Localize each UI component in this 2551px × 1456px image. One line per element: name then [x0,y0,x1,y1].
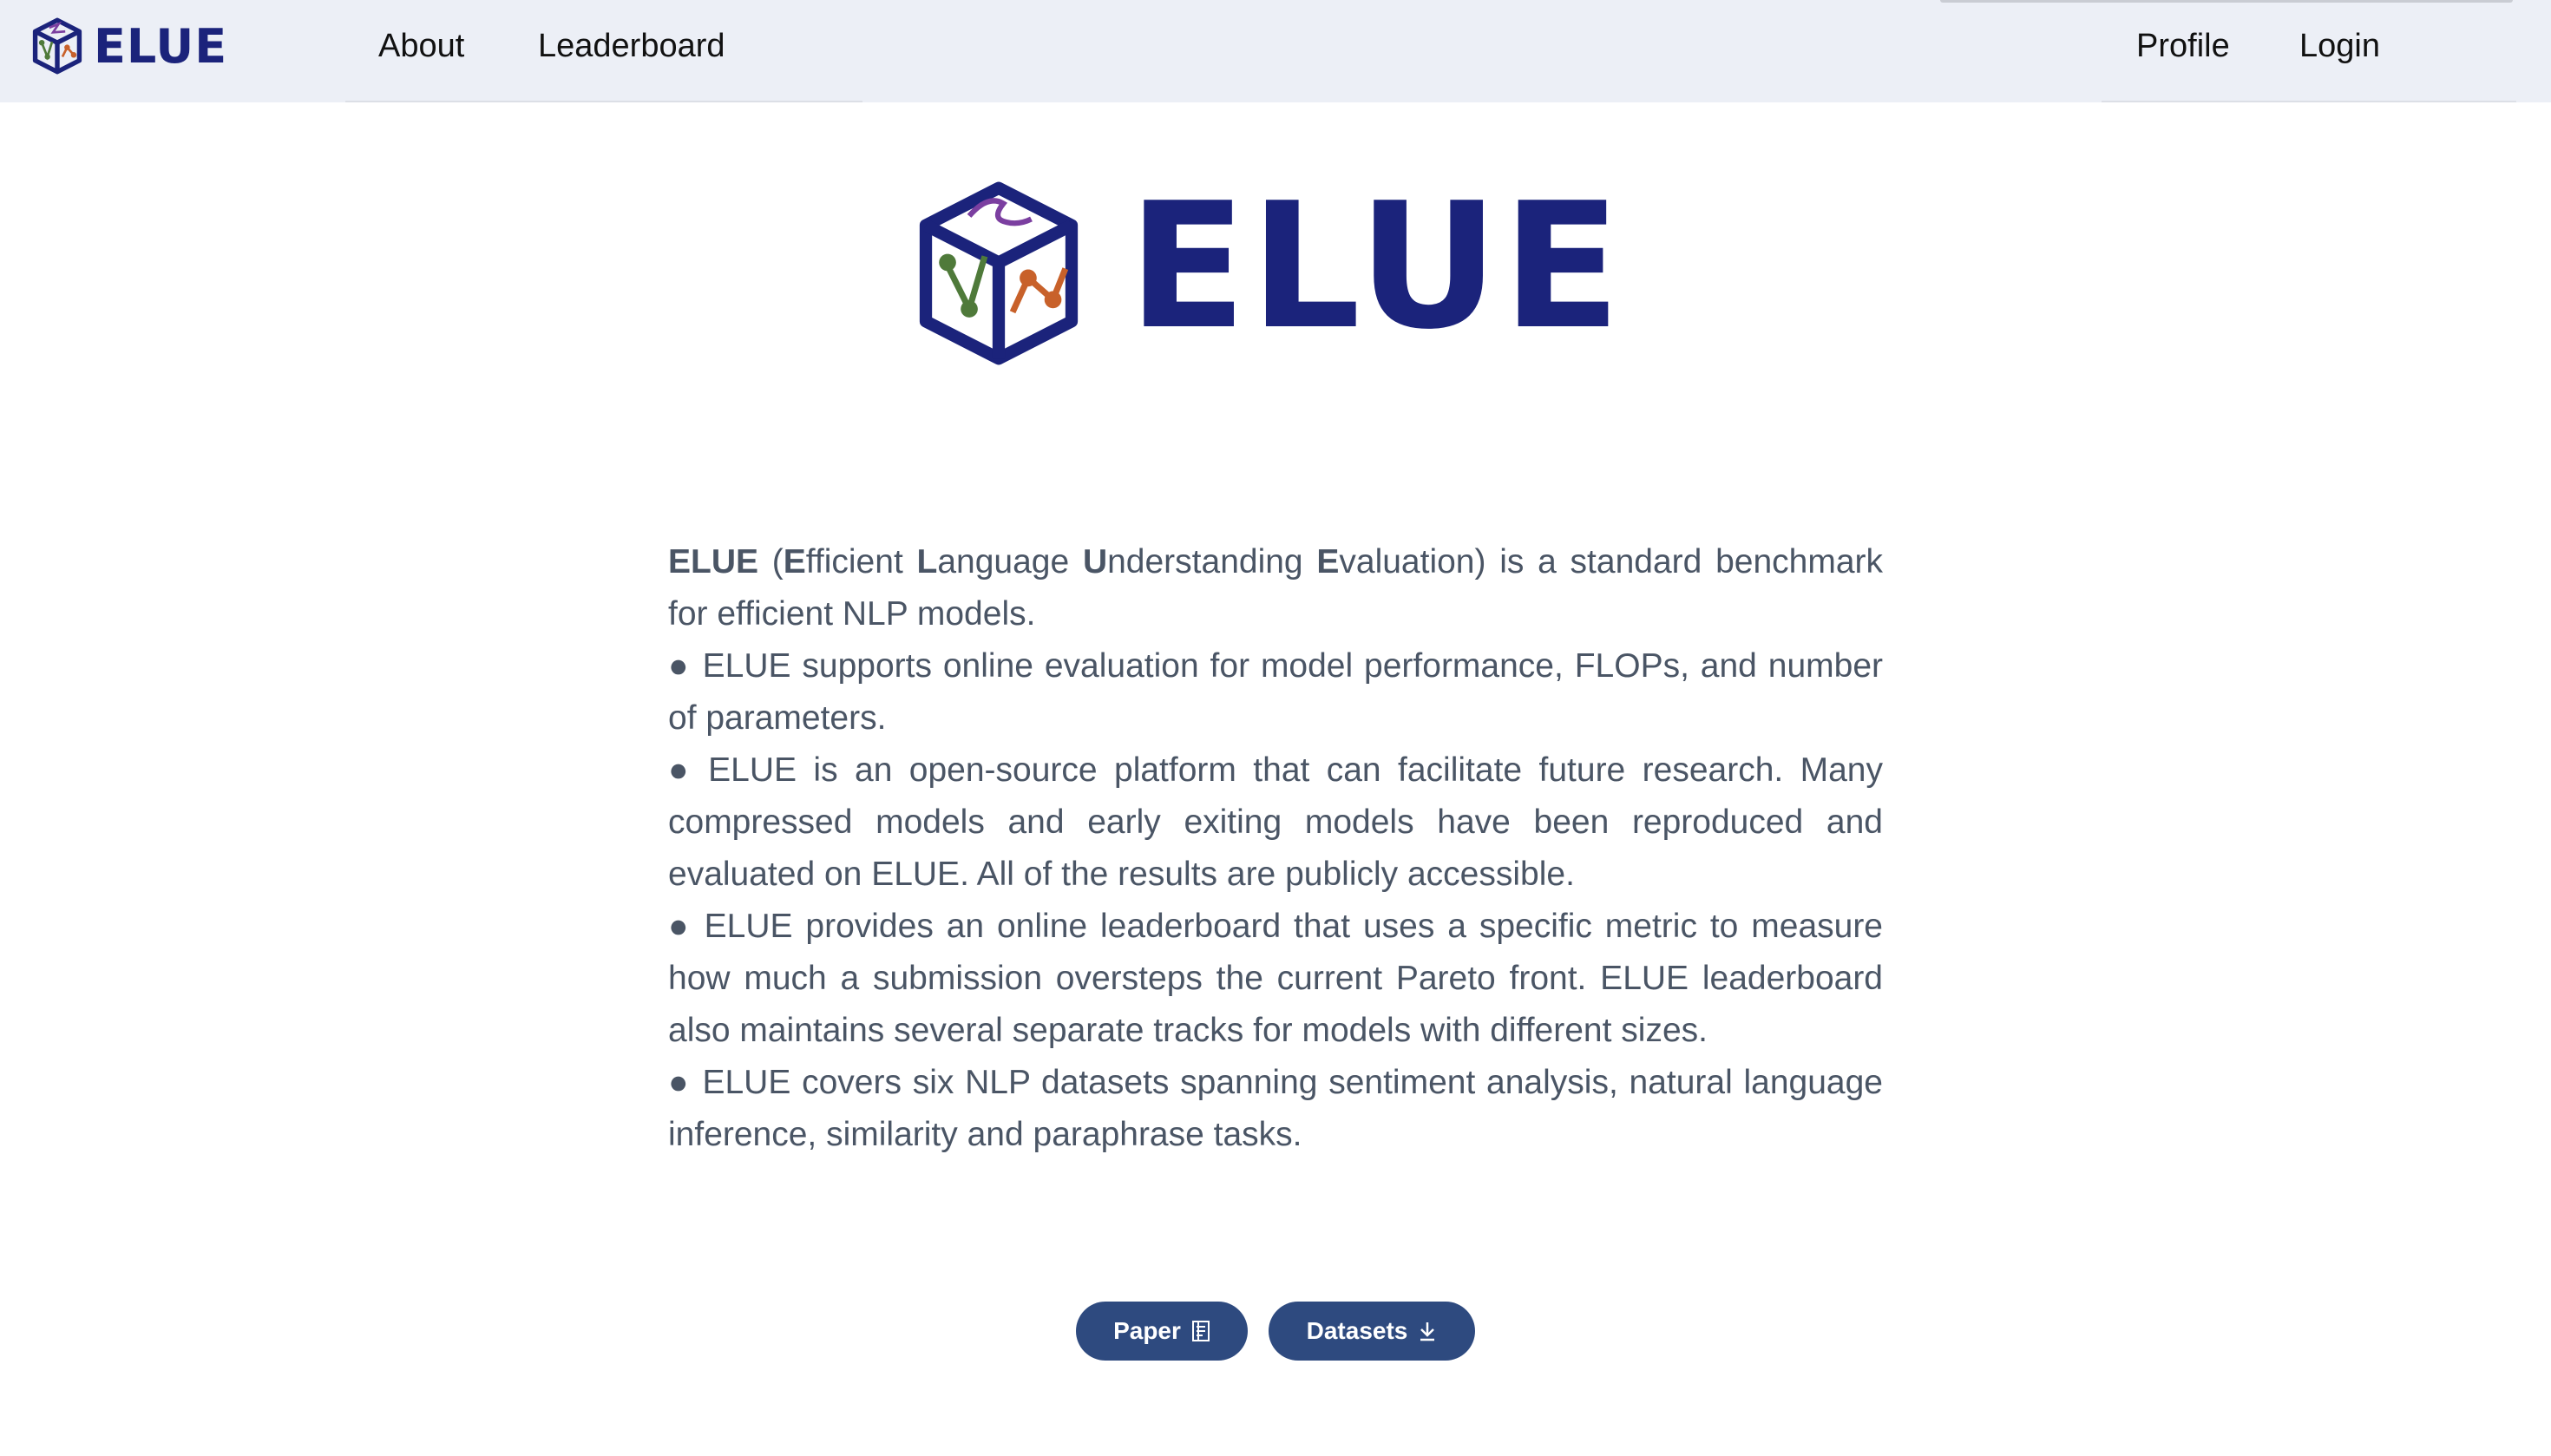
nav-login-link[interactable]: Login [2299,28,2380,65]
intro-bullet: ● ELUE covers six NLP datasets spanning s… [668,1057,1883,1161]
hero-title: ELUE [1128,166,1624,368]
bullet-icon: ● [668,1064,691,1101]
document-icon [1191,1321,1210,1341]
nav-leaderboard-link[interactable]: Leaderboard [538,28,725,65]
elue-cube-logo-icon [32,17,82,75]
bullet-icon: ● [668,908,692,945]
brand-name: ELUE [94,18,228,74]
paper-button-label: Paper [1113,1317,1181,1344]
intro-bullet-text: ELUE provides an online leaderboard that… [668,908,1883,1049]
action-buttons: Paper Datasets [1076,1302,1475,1361]
acronym-l: L [916,543,938,580]
top-navbar: ELUE About Leaderboard Profile Login [0,0,2551,102]
acronym-e2: E [1316,543,1340,580]
acronym-u-rest: nderstanding [1107,543,1317,580]
intro-lead-bold: ELUE [668,543,759,580]
brand-logo-link[interactable]: ELUE [31,16,227,76]
intro-bullet-text: ELUE supports online evaluation for mode… [668,647,1883,737]
elue-cube-hero-icon [919,181,1079,365]
intro-bullet: ● ELUE supports online evaluation for mod… [668,640,1883,744]
intro-bullet: ● ELUE provides an online leaderboard tha… [668,901,1883,1057]
acronym-l-rest: anguage [937,543,1083,580]
acronym-u: U [1082,543,1108,580]
datasets-button[interactable]: Datasets [1269,1302,1475,1361]
nav-left-divider [345,101,862,102]
acronym-e-rest: fficient [805,543,917,580]
intro-bullet-text: ELUE is an open-source platform that can… [668,751,1883,893]
paper-button[interactable]: Paper [1076,1302,1248,1361]
nav-right-divider [2102,101,2516,102]
hero-logo [909,179,1088,368]
intro-lead-open: ( [758,543,784,580]
datasets-button-label: Datasets [1306,1317,1408,1344]
nav-about-link[interactable]: About [378,28,464,65]
intro-bullet: ● ELUE is an open-source platform that ca… [668,744,1883,901]
acronym-e: E [783,543,806,580]
intro-lead-paragraph: ELUE (Efficient Language Understanding E… [668,536,1883,640]
navbar-shadow-strip [1940,0,2513,3]
intro-text: ELUE (Efficient Language Understanding E… [668,536,1883,1161]
download-icon [1420,1322,1435,1341]
nav-profile-link[interactable]: Profile [2136,28,2230,65]
bullet-icon: ● [668,751,697,789]
bullet-icon: ● [668,647,691,685]
intro-bullet-text: ELUE covers six NLP datasets spanning se… [668,1064,1883,1153]
